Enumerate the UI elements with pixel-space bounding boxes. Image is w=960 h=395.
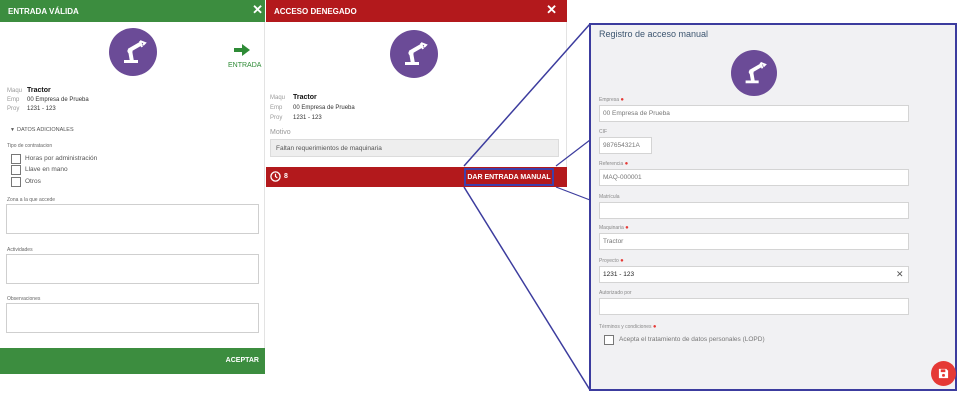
contract-option-checkbox[interactable] (11, 165, 21, 175)
manual-entry-button[interactable]: DAR ENTRADA MANUAL (464, 168, 554, 186)
contract-option-label: Llave en mano (25, 166, 68, 173)
countdown-timer: 8 (284, 173, 288, 180)
valid-entry-title: ENTRADA VÁLIDA (8, 6, 79, 16)
contract-option-checkbox[interactable] (11, 177, 21, 187)
company-value: 00 Empresa de Prueba (27, 97, 89, 103)
contract-option-label: Horas por administración (25, 155, 98, 162)
observations-label: Observaciones (7, 296, 41, 302)
valid-entry-footer: ACEPTAR (0, 348, 265, 374)
terms-checkbox-label: Acepta el tratamiento de datos personale… (619, 336, 765, 343)
robot-arm-icon (109, 28, 157, 76)
machine-key: Maqu (7, 88, 23, 94)
robot-arm-icon (731, 50, 777, 96)
manual-registration-title: Registro de acceso manual (599, 29, 709, 39)
terms-checkbox[interactable] (604, 335, 614, 345)
arrow-right-icon (234, 44, 250, 56)
project-field-label: Proyecto ● (599, 258, 624, 264)
project-value: 1231 - 123 (27, 106, 56, 112)
access-denied-title: ACCESO DENEGADO (274, 6, 357, 16)
chevron-down-icon[interactable]: ▼ (10, 127, 15, 133)
close-icon[interactable]: ✕ (546, 3, 557, 17)
access-denied-footer: 8 DAR ENTRADA MANUAL (266, 167, 567, 187)
clear-icon[interactable]: ✕ (896, 269, 904, 280)
access-denied-panel: ACCESO DENEGADO ✕ Maqu Tractor Emp 00 Em… (266, 0, 567, 187)
terms-label: Términos y condiciones ● (599, 324, 657, 330)
access-denied-header: ACCESO DENEGADO ✕ (266, 0, 567, 22)
reason-label: Motivo (270, 129, 291, 136)
clock-icon (270, 171, 281, 182)
plate-field[interactable] (599, 202, 909, 219)
project-value: 1231 - 123 (293, 115, 322, 121)
contract-option-label: Otros (25, 178, 41, 185)
machine-value: Tractor (293, 94, 317, 101)
company-value: 00 Empresa de Prueba (293, 105, 355, 111)
project-key: Proy (270, 115, 283, 121)
cif-field[interactable]: 987654321A (599, 137, 652, 154)
reference-field-label: Referencia ● (599, 161, 629, 167)
save-button[interactable] (931, 361, 956, 386)
save-icon (938, 368, 949, 379)
plate-field-label: Matrícula (599, 194, 620, 200)
activities-textarea[interactable] (6, 254, 259, 284)
activities-label: Actividades (7, 247, 33, 253)
observations-textarea[interactable] (6, 303, 259, 333)
project-key: Proy (7, 106, 20, 112)
valid-entry-header: ENTRADA VÁLIDA ✕ (0, 0, 265, 22)
zone-label: Zona a la que accede (7, 197, 56, 203)
close-icon[interactable]: ✕ (252, 3, 263, 17)
reference-field[interactable]: MAQ-000001 (599, 169, 909, 186)
company-field-label: Empresa ● (599, 97, 625, 103)
machinery-field-label: Maquinaria ● (599, 225, 629, 231)
manual-registration-panel: Registro de acceso manual Empresa ● 00 E… (589, 23, 957, 391)
machinery-field[interactable]: Tractor (599, 233, 909, 250)
robot-arm-icon (390, 30, 438, 78)
contract-option-checkbox[interactable] (11, 154, 21, 164)
valid-entry-panel: ENTRADA VÁLIDA ✕ ENTRADA Maqu Tractor Em… (0, 0, 265, 374)
zone-textarea[interactable] (6, 204, 259, 234)
cif-field-label: CIF (599, 129, 608, 135)
contract-type-label: Tipo de contratacion (7, 143, 53, 149)
authorized-by-field-label: Autorizado por (599, 290, 632, 296)
company-key: Emp (270, 105, 283, 111)
additional-data-toggle[interactable]: DATOS ADICIONALES (17, 127, 74, 133)
machine-key: Maqu (270, 95, 286, 101)
machine-value: Tractor (27, 87, 51, 94)
reason-box: Faltan requerimientos de maquinaria (270, 139, 559, 157)
authorized-by-field[interactable] (599, 298, 909, 315)
entry-label: ENTRADA (228, 62, 262, 69)
company-field[interactable]: 00 Empresa de Prueba (599, 105, 909, 122)
project-field[interactable]: 1231 - 123 (599, 266, 909, 283)
accept-button[interactable]: ACEPTAR (226, 357, 259, 364)
company-key: Emp (7, 97, 20, 103)
